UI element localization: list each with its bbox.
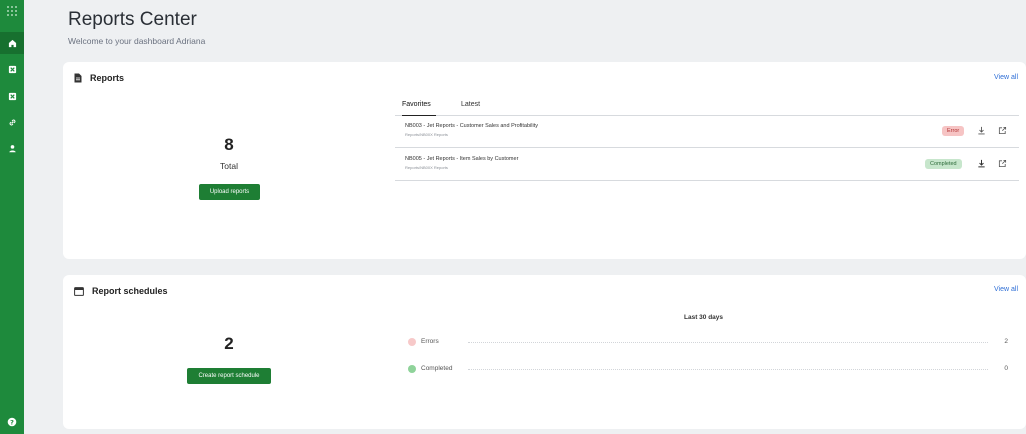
open-external-icon[interactable] <box>997 125 1008 136</box>
report-row[interactable]: NB003 - Jet Reports - Customer Sales and… <box>395 115 1019 148</box>
legend-count: 2 <box>1004 338 1008 345</box>
legend-row-completed: Completed 0 <box>408 364 1008 374</box>
schedules-title: Report schedules <box>92 286 168 296</box>
reports-card-header: Reports <box>74 73 124 83</box>
reports-card: Reports View all 8 Total Upload reports … <box>63 62 1026 259</box>
tab-latest[interactable]: Latest <box>461 100 485 116</box>
user-icon <box>8 144 16 152</box>
report-path: Reports/NB00X Reports <box>405 132 448 137</box>
status-badge: Completed <box>925 159 962 169</box>
report-name: NB005 - Jet Reports - Item Sales by Cust… <box>405 156 519 162</box>
download-icon[interactable] <box>976 125 987 136</box>
status-badge: Error <box>942 126 965 136</box>
sidebar-item-help[interactable]: ? <box>0 411 24 433</box>
report-path: Reports/NB00X Reports <box>405 165 448 170</box>
apps-grid-icon[interactable] <box>0 0 24 22</box>
reports-total-label: Total <box>220 161 238 171</box>
sidebar: ? <box>0 0 24 434</box>
svg-text:?: ? <box>10 418 14 426</box>
page-subtitle: Welcome to your dashboard Adriana <box>68 36 206 46</box>
excel-icon <box>8 65 16 73</box>
reports-title: Reports <box>90 73 125 83</box>
report-schedules-card: Report schedules View all 2 Create repor… <box>63 275 1026 429</box>
sidebar-item-home[interactable] <box>0 32 24 54</box>
schedules-view-all-link[interactable]: View all <box>994 286 1018 293</box>
period-label: Last 30 days <box>684 314 724 321</box>
sidebar-item-links[interactable] <box>0 111 24 133</box>
reports-tabs: Favorites Latest <box>395 100 1019 116</box>
legend-row-errors: Errors 2 <box>408 337 1008 347</box>
report-name: NB003 - Jet Reports - Customer Sales and… <box>405 123 538 129</box>
legend-count: 0 <box>1004 365 1008 372</box>
page-title: Reports Center <box>68 9 197 30</box>
excel-icon <box>8 92 16 100</box>
legend-label: Completed <box>421 365 453 372</box>
errors-dot <box>408 338 416 346</box>
create-report-schedule-button[interactable]: Create report schedule <box>187 368 271 384</box>
schedules-card-header: Report schedules <box>74 286 168 296</box>
sidebar-item-excel-2[interactable] <box>0 85 24 107</box>
leader-dots <box>468 342 988 343</box>
tab-favorites[interactable]: Favorites <box>402 100 436 116</box>
completed-dot <box>408 365 416 373</box>
open-external-icon[interactable] <box>997 158 1008 169</box>
upload-reports-button[interactable]: Upload reports <box>199 184 260 200</box>
reports-view-all-link[interactable]: View all <box>994 74 1018 81</box>
help-icon: ? <box>7 417 17 427</box>
schedules-total-count: 2 <box>224 334 234 353</box>
link-icon <box>9 119 15 125</box>
sidebar-item-user[interactable] <box>0 137 24 159</box>
legend-label: Errors <box>421 338 439 345</box>
reports-total-count: 8 <box>224 135 234 154</box>
sidebar-item-excel-1[interactable] <box>0 58 24 80</box>
document-icon <box>74 73 82 83</box>
report-row[interactable]: NB005 - Jet Reports - Item Sales by Cust… <box>395 148 1019 181</box>
calendar-icon <box>74 286 84 296</box>
home-icon <box>8 39 16 47</box>
leader-dots <box>468 369 988 370</box>
download-icon[interactable] <box>976 158 987 169</box>
